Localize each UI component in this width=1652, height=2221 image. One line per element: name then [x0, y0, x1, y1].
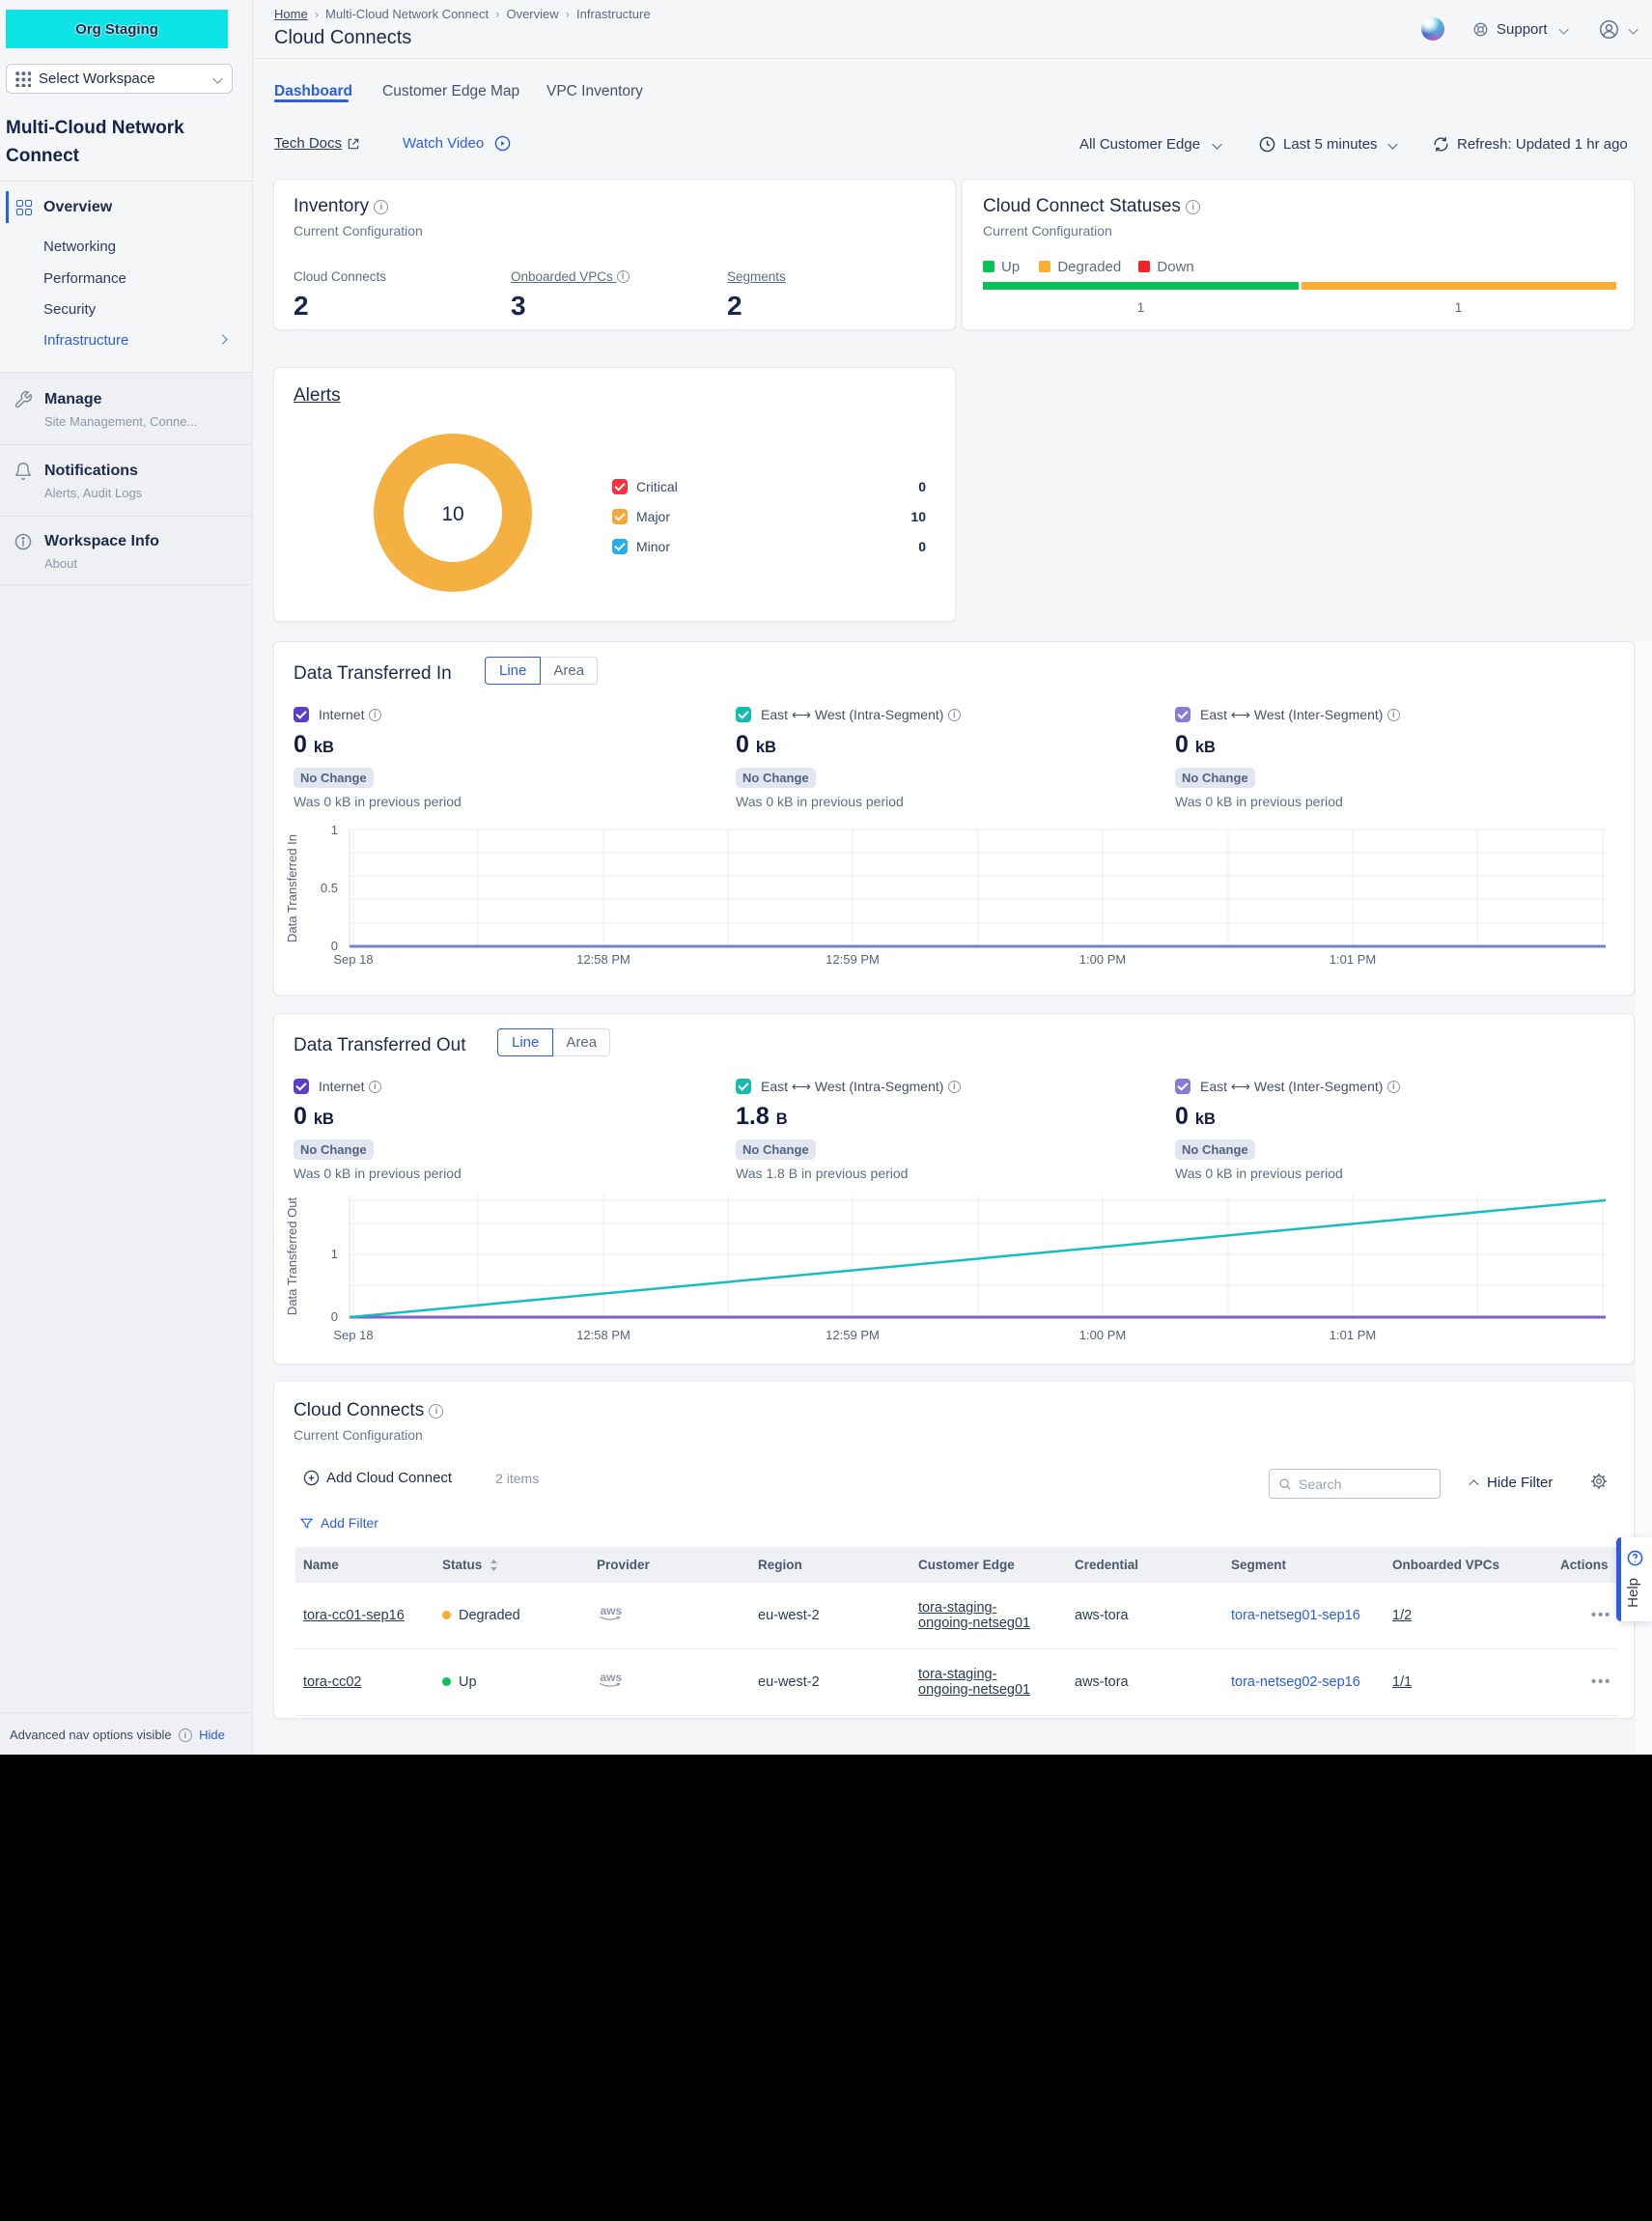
- svg-text:1: 1: [331, 823, 338, 837]
- svg-text:Sep 18: Sep 18: [333, 1328, 373, 1342]
- svg-text:1:01 PM: 1:01 PM: [1330, 1328, 1376, 1342]
- svg-text:12:59 PM: 12:59 PM: [826, 952, 880, 967]
- svg-text:12:58 PM: 12:58 PM: [576, 952, 630, 967]
- svg-text:aws: aws: [601, 1604, 623, 1617]
- svg-text:aws: aws: [601, 1671, 623, 1684]
- svg-text:1:00 PM: 1:00 PM: [1079, 1328, 1126, 1342]
- svg-text:0.5: 0.5: [321, 881, 338, 895]
- svg-text:1: 1: [331, 1247, 338, 1261]
- svg-text:0: 0: [331, 939, 338, 953]
- svg-text:Sep 18: Sep 18: [333, 952, 373, 967]
- svg-text:12:58 PM: 12:58 PM: [576, 1328, 630, 1342]
- svg-text:Data Transferred In: Data Transferred In: [285, 834, 299, 942]
- svg-text:0: 0: [331, 1309, 338, 1324]
- svg-text:12:59 PM: 12:59 PM: [826, 1328, 880, 1342]
- svg-text:1:00 PM: 1:00 PM: [1079, 952, 1126, 967]
- svg-text:Data Transferred Out: Data Transferred Out: [285, 1197, 299, 1315]
- svg-text:10: 10: [441, 503, 463, 525]
- svg-text:1:01 PM: 1:01 PM: [1330, 952, 1376, 967]
